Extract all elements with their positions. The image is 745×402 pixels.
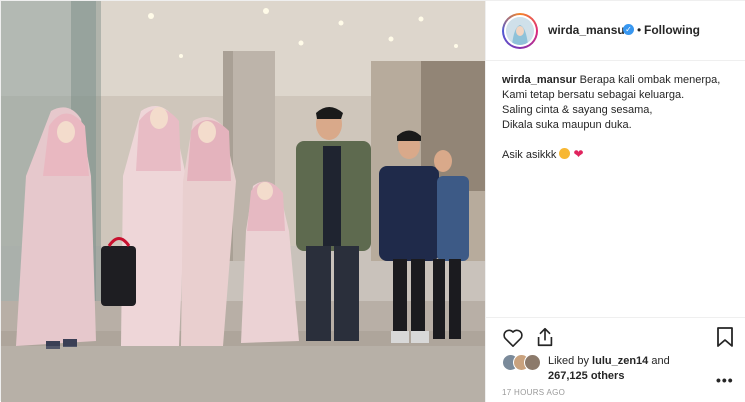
likes-prefix: Liked by — [548, 355, 589, 367]
story-ring[interactable] — [502, 13, 538, 49]
bookmark-icon[interactable] — [716, 326, 734, 353]
avatar-image — [506, 17, 534, 45]
share-icon[interactable] — [534, 326, 556, 353]
avatar[interactable] — [504, 15, 536, 47]
separator-dot: • — [637, 23, 642, 37]
family-photo-illustration — [1, 1, 485, 402]
liker-avatar — [524, 354, 541, 371]
likes-and: and — [651, 355, 670, 367]
black-bag — [101, 246, 136, 306]
caption-line-1: Berapa kali ombak menerpa, — [579, 74, 721, 86]
caption-username[interactable]: wirda_mansur — [502, 74, 577, 86]
more-options-button[interactable]: ••• — [716, 372, 734, 388]
liker-username[interactable]: lulu_zen14 — [592, 355, 648, 367]
verified-badge-icon: ✓ — [623, 24, 634, 35]
author-username[interactable]: wirda_mansur — [548, 23, 629, 37]
post-timestamp[interactable]: 17 HOURS AGO — [502, 388, 565, 397]
likes-summary: Liked by lulu_zen14 and 267,125 others — [548, 354, 738, 384]
post-actions: Liked by lulu_zen14 and 267,125 others •… — [486, 317, 745, 402]
post-photo[interactable] — [1, 1, 485, 402]
post-caption: wirda_mansur Berapa kali ombak menerpa, … — [502, 73, 737, 163]
caption-line-3: Saling cinta & sayang sesama, — [502, 104, 653, 116]
caption-closing: Asik asikkk — [502, 149, 557, 161]
heart-eyes-emoji-icon — [559, 148, 571, 159]
heart-outline-icon[interactable] — [502, 328, 524, 353]
likes-count[interactable]: 267,125 others — [548, 370, 624, 382]
instagram-post: wirda_mansur ✓ • Following wirda_mansur … — [0, 0, 745, 402]
post-sidebar: wirda_mansur ✓ • Following wirda_mansur … — [485, 1, 745, 402]
caption-line-2: Kami tetap bersatu sebagai keluarga. — [502, 89, 685, 101]
caption-line-4: Dikala suka maupun duka. — [502, 119, 632, 131]
post-header: wirda_mansur ✓ • Following — [486, 1, 745, 61]
red-heart-emoji-icon: ❤ — [573, 147, 584, 161]
liker-avatars[interactable] — [502, 354, 546, 371]
following-button[interactable]: Following — [644, 23, 700, 37]
